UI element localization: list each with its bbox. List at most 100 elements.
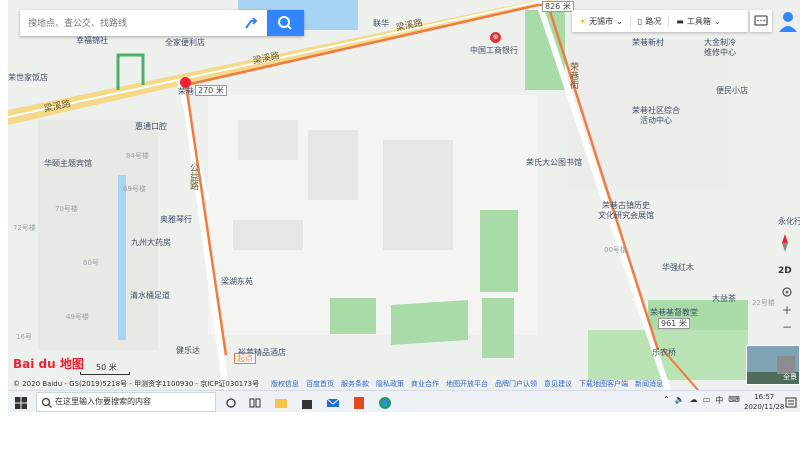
message-button[interactable]: [750, 10, 772, 32]
panorama-label: 全景: [783, 373, 797, 381]
traffic-light-icon: ▯: [637, 16, 643, 26]
ime-indicator[interactable]: 中: [715, 395, 723, 406]
locate-button[interactable]: [780, 285, 794, 299]
poi-jianlejian[interactable]: 健乐达: [176, 346, 200, 355]
map-toolbar: ☀ 无锡市 ⌄ ▯ 路况 ▬ 工具箱 ⌄: [572, 10, 748, 32]
taskbar-search-placeholder: 在这里输入你要搜索的内容: [55, 397, 151, 406]
zoom-out-button[interactable]: −: [780, 320, 794, 334]
footer-link[interactable]: 商业合作: [411, 379, 439, 389]
edge-browser-icon[interactable]: [378, 395, 392, 409]
office-icon[interactable]: [352, 395, 366, 409]
poi-rongshi-library[interactable]: 荣氏大公图书馆: [526, 158, 582, 167]
footer-link[interactable]: 百度首页: [306, 379, 334, 389]
building-label: 69号楼: [123, 185, 146, 193]
building-label: 49号楼: [66, 313, 89, 321]
footer-link[interactable]: 下载地图客户端: [579, 379, 628, 389]
panorama-thumbnail[interactable]: 全景: [746, 345, 800, 385]
baidu-map-logo[interactable]: Bai du 地图: [13, 355, 84, 372]
poi-jidujiao[interactable]: 荣巷基督教堂: [650, 308, 698, 317]
view-mode-2d-button[interactable]: 2D: [778, 266, 792, 276]
route-origin-pin[interactable]: [180, 77, 191, 88]
mail-icon[interactable]: [326, 395, 340, 409]
file-explorer-icon[interactable]: [274, 395, 288, 409]
route-start-marker[interactable]: 起点: [234, 353, 256, 364]
poi-rongxiang-entry[interactable]: 荣巷: [178, 87, 194, 96]
volume-icon[interactable]: 🔈: [675, 395, 685, 406]
weather-city-selector[interactable]: ☀ 无锡市 ⌄: [572, 10, 630, 32]
poi-rongxiang-ancient[interactable]: 荣巷古镇历史: [602, 201, 650, 210]
widgets-icon[interactable]: [248, 395, 262, 409]
building-label: 16号: [16, 333, 32, 341]
route-arrow-icon: [245, 17, 258, 29]
poi-dayi[interactable]: 大益茶: [712, 294, 736, 303]
route-planner-button[interactable]: [240, 13, 262, 33]
chevron-up-icon[interactable]: ⌃: [663, 395, 670, 406]
chevron-down-icon: ⌄: [713, 16, 721, 26]
taskbar-search-box[interactable]: 在这里输入你要搜索的内容: [36, 392, 216, 412]
start-button[interactable]: [14, 395, 28, 409]
cloud-icon[interactable]: ☁: [690, 395, 698, 406]
footer-link[interactable]: 版权信息: [271, 379, 299, 389]
bank-icon[interactable]: ⊕: [490, 32, 501, 43]
search-input[interactable]: [20, 10, 240, 36]
poi-xingfu[interactable]: 幸福锦社: [76, 36, 108, 45]
search-icon: [41, 397, 52, 408]
windows-taskbar: 在这里输入你要搜索的内容 ⌃ 🔈 ☁ ▭ 中 ⌨ 16:57 2020/11/2…: [8, 390, 800, 412]
task-view-icon[interactable]: [224, 395, 238, 409]
notification-icon: [785, 397, 797, 408]
poi-rongxiang-ancient2: 文化研究会展馆: [598, 211, 654, 220]
poi-qiaozhu[interactable]: 奥雅琴行: [160, 215, 192, 224]
poi-qingshui[interactable]: 清水桶足道: [130, 291, 170, 300]
building-label: 22号楼: [752, 299, 775, 307]
toolbox-label: 工具箱: [686, 16, 711, 26]
search-button[interactable]: [267, 10, 304, 36]
footer-link[interactable]: 新闻消息: [635, 379, 663, 389]
building-label: 72号楼: [13, 224, 36, 232]
route-distance-label: 961 米: [658, 318, 690, 329]
store-icon[interactable]: [300, 395, 314, 409]
poi-huayuan[interactable]: 华颐主题宾馆: [44, 159, 92, 168]
copyright-text: © 2020 Baidu - GS(2019)5218号 - 甲测资字11009…: [13, 380, 260, 388]
poi-daye[interactable]: 大金制冷: [704, 38, 736, 47]
footer-link[interactable]: 隐私政策: [376, 379, 404, 389]
chat-icon: [754, 15, 768, 26]
poi-icbc[interactable]: 中国工商银行: [470, 46, 518, 55]
network-icon[interactable]: ▭: [703, 395, 711, 406]
poi-lianhua[interactable]: 联华: [373, 19, 389, 28]
poi-jiuzhou[interactable]: 九州大药房: [131, 238, 171, 247]
route-distance-label: 270 米: [195, 85, 227, 96]
taskbar-clock[interactable]: 16:57 2020/11/28: [744, 392, 784, 412]
footer-link[interactable]: 品牌门户认领: [495, 379, 537, 389]
poi-quanjia[interactable]: 全家便利店: [165, 38, 205, 47]
keyboard-icon[interactable]: ⌨: [728, 395, 740, 406]
building-label: 84号楼: [126, 152, 149, 160]
footer-link[interactable]: 服务条款: [341, 379, 369, 389]
poi-yonghua[interactable]: 永化行: [778, 217, 800, 226]
zoom-in-button[interactable]: +: [780, 303, 794, 317]
system-tray: ⌃ 🔈 ☁ ▭ 中 ⌨: [663, 395, 740, 406]
poi-lenong[interactable]: 乐农桥: [652, 348, 676, 357]
screen: 梁溪路 梁溪路 梁溪路 公益路 荣巷街 幸福锦社 全家便利店 联华 ⊕ 中国工商…: [8, 0, 800, 412]
chevron-down-icon: ⌄: [616, 16, 623, 26]
compass-control[interactable]: [774, 232, 796, 254]
poi-rongxiang-community[interactable]: 荣巷社区综合: [632, 106, 680, 115]
footer-link[interactable]: 地图开放平台: [446, 379, 488, 389]
footer-links: 版权信息 百度首页 服务条款 隐私政策 商业合作 地图开放平台 品牌门户认领 意…: [271, 379, 663, 389]
poi-huaqiang[interactable]: 华强红木: [662, 263, 694, 272]
footer-link[interactable]: 意见建议: [544, 379, 572, 389]
locate-icon: [782, 287, 792, 297]
poi-bianmin[interactable]: 便民小店: [716, 86, 748, 95]
user-avatar-button[interactable]: [776, 8, 800, 34]
poi-rongshi-jiayin[interactable]: 荣世家饭店: [8, 73, 48, 82]
map-canvas[interactable]: 梁溪路 梁溪路 梁溪路 公益路 荣巷街 幸福锦社 全家便利店 联华 ⊕ 中国工商…: [8, 0, 800, 390]
poi-rongxiang-cun[interactable]: 荣巷新村: [632, 38, 664, 47]
traffic-button[interactable]: ▯ 路况: [631, 10, 668, 32]
poi-huitongkou[interactable]: 惠通口腔: [135, 122, 167, 131]
compass-icon: [782, 234, 788, 252]
poi-liangxi-dongyuan[interactable]: 梁湖东苑: [221, 277, 253, 286]
notification-center-button[interactable]: [784, 395, 798, 409]
user-icon: [779, 12, 797, 32]
toolbox-button[interactable]: ▬ 工具箱 ⌄: [669, 10, 727, 32]
clock-time: 16:57: [754, 393, 775, 401]
clock-date: 2020/11/28: [744, 403, 785, 411]
